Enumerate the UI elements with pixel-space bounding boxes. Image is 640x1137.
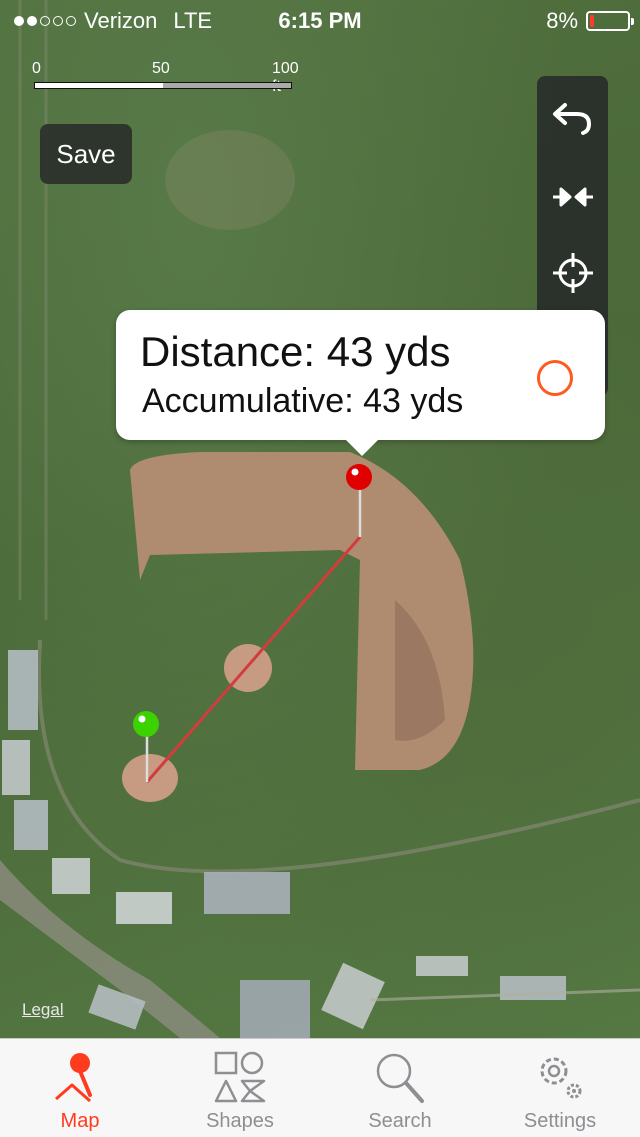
battery-status: 8% — [546, 8, 634, 34]
map-scale: 0 50 100 ft — [32, 60, 299, 95]
map-pin-icon — [55, 1053, 92, 1103]
settings-gear-icon — [540, 1057, 582, 1099]
collapse-arrows-icon — [552, 187, 593, 207]
shapes-icon — [214, 1051, 266, 1103]
tab-search[interactable]: Search — [320, 1039, 480, 1137]
distance-value: Distance: 43 yds — [140, 328, 451, 375]
status-bar: Verizon LTE 6:15 PM 8% — [0, 0, 640, 40]
scale-label-end: 100 ft — [272, 60, 299, 95]
callout-info-icon[interactable] — [537, 360, 573, 396]
save-button[interactable]: Save — [40, 124, 132, 184]
clock: 6:15 PM — [278, 8, 362, 33]
tab-label-search: Search — [368, 1110, 432, 1132]
tab-label-shapes: Shapes — [206, 1110, 274, 1132]
scale-label-start: 0 — [32, 60, 41, 77]
undo-button[interactable] — [537, 82, 608, 152]
scale-bar — [34, 82, 292, 89]
distance-callout[interactable]: Distance: 43 yds Accumulative: 43 yds — [116, 310, 605, 456]
battery-percent: 8% — [546, 8, 578, 33]
tab-label-map: Map — [60, 1110, 100, 1132]
crosshair-locate-icon — [552, 253, 593, 293]
battery-icon — [586, 11, 634, 31]
tab-label-settings: Settings — [523, 1110, 597, 1132]
tab-map[interactable]: Map — [0, 1039, 160, 1137]
tab-shapes[interactable]: Shapes — [160, 1039, 320, 1137]
scale-label-mid: 50 — [152, 60, 170, 77]
locate-button[interactable] — [537, 238, 608, 308]
tab-settings[interactable]: Settings — [480, 1039, 640, 1137]
collapse-button[interactable] — [537, 162, 608, 232]
legal-link[interactable]: Legal — [22, 1000, 64, 1020]
search-icon — [376, 1053, 424, 1103]
undo-icon — [552, 103, 591, 135]
accumulative-value: Accumulative: 43 yds — [142, 382, 464, 420]
tab-bar: Map Shapes Search Settings — [0, 1038, 640, 1137]
